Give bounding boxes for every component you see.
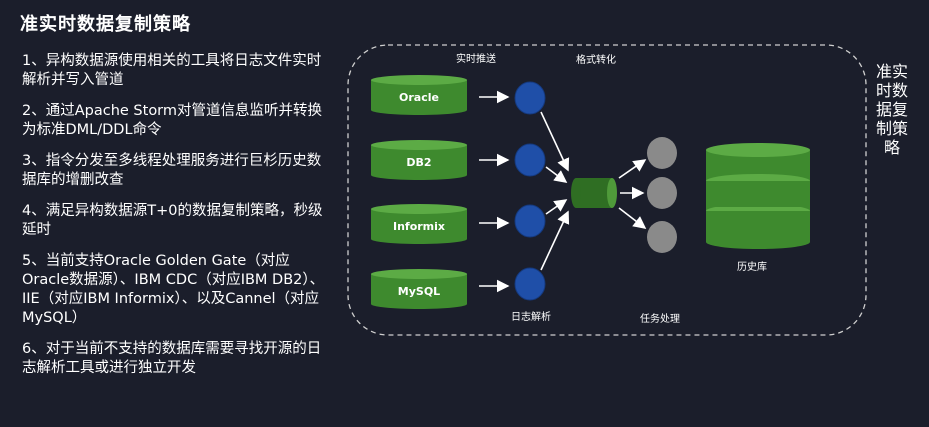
label-task-process: 任务处理	[640, 312, 680, 325]
label-history-db: 历史库	[737, 260, 767, 273]
source-db-label: DB2	[406, 156, 431, 169]
label-format-convert: 格式转化	[576, 53, 616, 66]
source-db-informix: Informix	[371, 204, 467, 244]
parser-node	[514, 204, 546, 238]
source-db-oracle: Oracle	[371, 75, 467, 115]
source-db-label: Informix	[393, 220, 445, 233]
parser-node	[514, 143, 546, 177]
task-node	[647, 137, 677, 169]
message-pipe	[571, 178, 617, 208]
history-db-icon	[706, 143, 810, 249]
label-log-parse: 日志解析	[511, 310, 551, 323]
parser-node	[514, 267, 546, 301]
arrow-parser-to-pipe	[545, 199, 568, 215]
task-node	[647, 177, 677, 209]
label-realtime-push: 实时推送	[456, 52, 496, 65]
source-db-label: Oracle	[399, 91, 439, 104]
source-db-mysql: MySQL	[371, 269, 467, 309]
arrow-pipe-to-task	[618, 159, 647, 179]
arrow-parser-to-pipe	[545, 166, 568, 183]
task-node	[647, 221, 677, 253]
arrow-pipe-to-task	[618, 207, 647, 229]
diagram-side-label: 准实时数据复制策略	[875, 62, 908, 157]
replication-diagram: 实时推送 格式转化 Oracle DB2 Informix MySQL 历史库 …	[347, 44, 867, 336]
source-db-db2: DB2	[371, 140, 467, 180]
source-db-label: MySQL	[398, 285, 440, 298]
parser-node	[514, 81, 546, 115]
